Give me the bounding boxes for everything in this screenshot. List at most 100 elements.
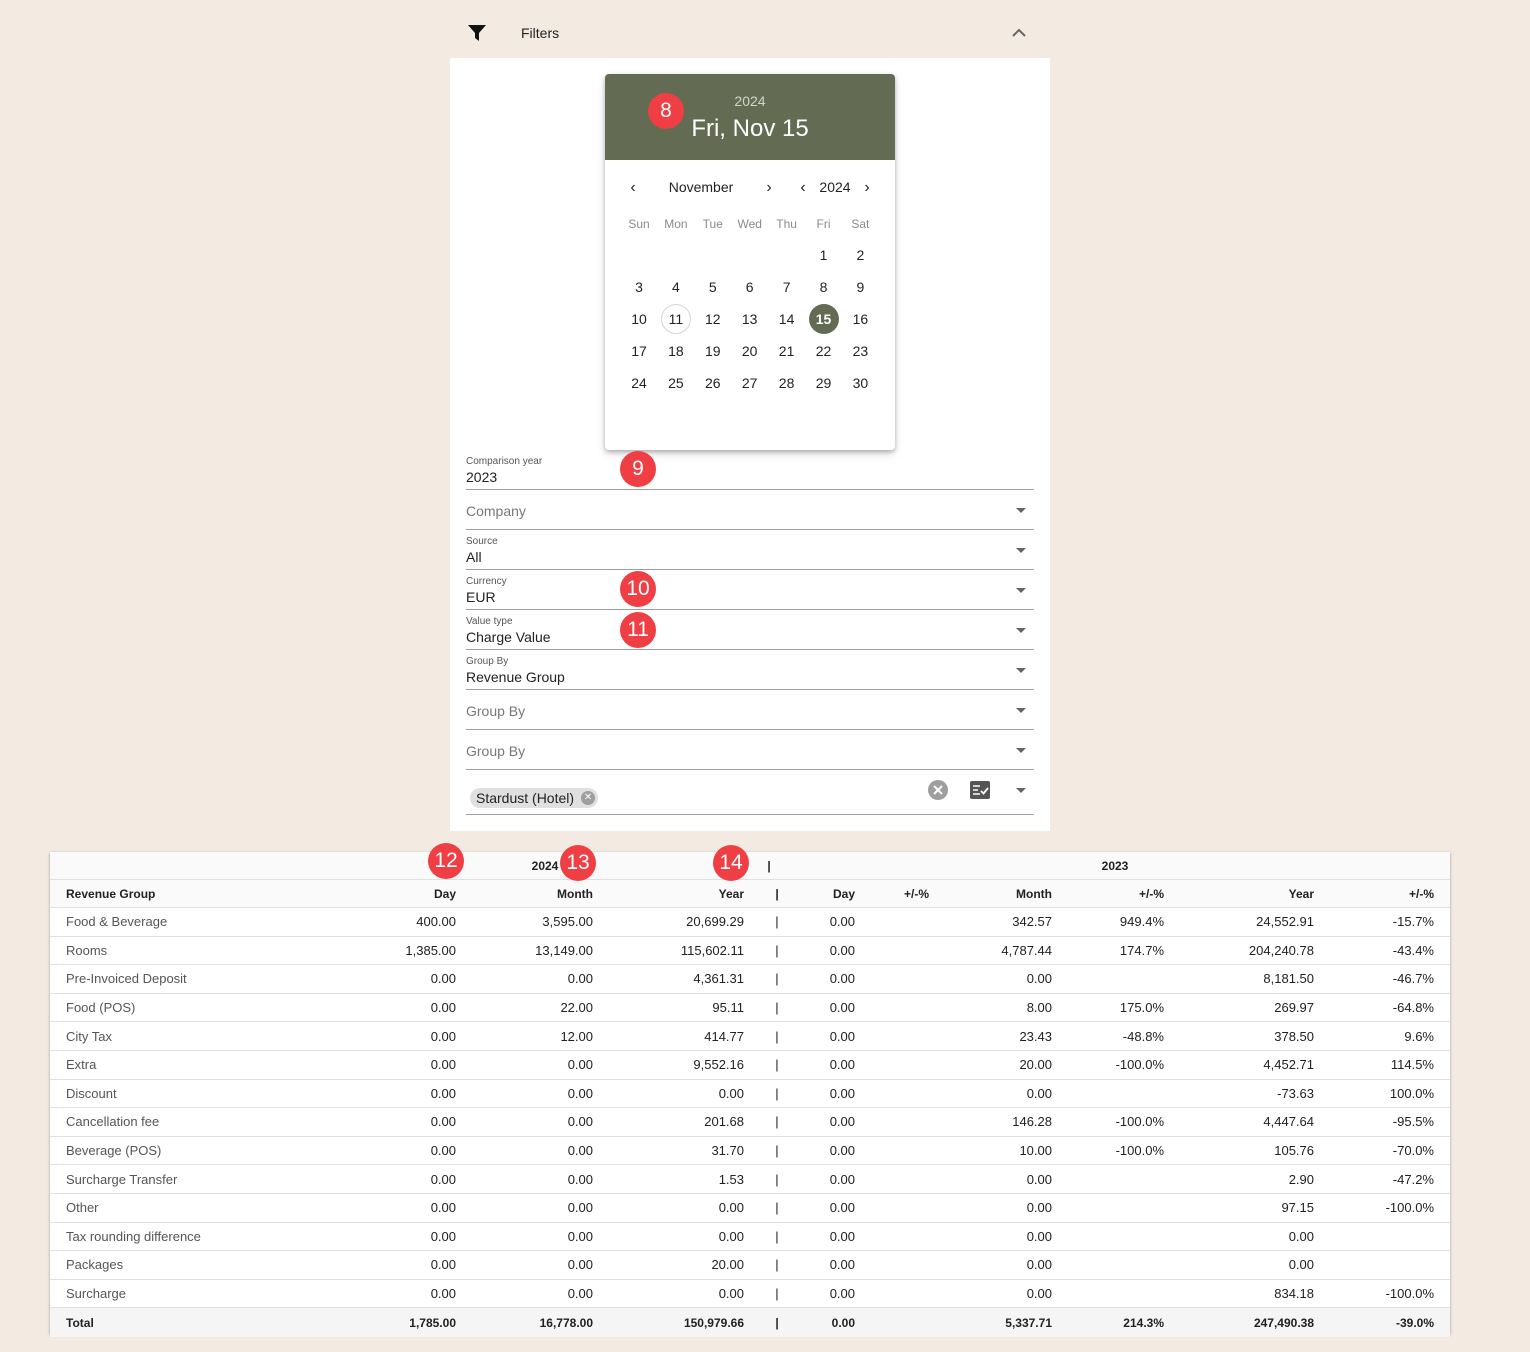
column-header-separator[interactable]: | xyxy=(762,880,792,907)
table-row[interactable]: City Tax 0.00 12.00 414.77 | 0.00 23.43 -48.8% 3… xyxy=(50,1022,1450,1051)
column-header-cmp-month[interactable]: Month xyxy=(929,880,1052,907)
calendar-day[interactable]: 4 xyxy=(661,272,691,302)
calendar-day[interactable]: 14 xyxy=(772,304,802,334)
cell-month: 13,149.00 xyxy=(535,942,593,958)
cell-cmp-month: 0.00 xyxy=(1026,1200,1052,1216)
annotation-badge: 8 xyxy=(648,93,684,129)
field-value: EUR xyxy=(466,589,496,605)
table-row[interactable]: Pre-Invoiced Deposit 0.00 0.00 4,361.31 | 0.0… xyxy=(50,965,1450,994)
cell-day: 0.00 xyxy=(430,1114,456,1130)
company-select[interactable]: Company xyxy=(466,490,1034,530)
calendar-day[interactable]: 21 xyxy=(772,336,802,366)
calendar-day[interactable]: 2 xyxy=(845,240,875,270)
calendar-day[interactable]: 12 xyxy=(698,304,728,334)
hotel-multiselect[interactable]: Stardust (Hotel) ✕ xyxy=(466,770,1034,815)
table-row[interactable]: Food (POS) 0.00 22.00 95.11 | 0.00 8.00 175.0% 2… xyxy=(50,994,1450,1023)
calendar-day[interactable]: 24 xyxy=(624,368,654,398)
calendar-day[interactable]: 8 xyxy=(809,272,839,302)
next-year-icon[interactable]: › xyxy=(859,179,875,197)
column-header-month[interactable]: Month xyxy=(456,880,593,907)
header-date[interactable]: Fri, Nov 15 xyxy=(605,115,895,143)
cell-year: 0.00 xyxy=(718,1286,744,1302)
field-value: Charge Value xyxy=(466,629,551,645)
cell-cmp-day: 0.00 xyxy=(829,942,855,958)
column-header-cmp-year-pct[interactable]: +/-% xyxy=(1314,880,1434,907)
calendar-day[interactable]: 30 xyxy=(845,368,875,398)
cell-revenue-group: City Tax xyxy=(66,1028,112,1044)
calendar-day[interactable]: 1 xyxy=(809,240,839,270)
column-header-cmp-year[interactable]: Year xyxy=(1164,880,1314,907)
cell-year: 9,552.16 xyxy=(693,1057,744,1073)
annotation-badge: 11 xyxy=(620,612,656,648)
table-row[interactable]: Surcharge 0.00 0.00 0.00 | 0.00 0.00 834.18 -100… xyxy=(50,1280,1450,1309)
cell-year: 0.00 xyxy=(718,1085,744,1101)
table-row[interactable]: Beverage (POS) 0.00 0.00 31.70 | 0.00 10.00 -10… xyxy=(50,1137,1450,1166)
table-row[interactable]: Discount 0.00 0.00 0.00 | 0.00 0.00 -73.63 100.0… xyxy=(50,1080,1450,1109)
value-type-select[interactable]: Value type Charge Value xyxy=(466,610,1034,650)
comparison-year-header: 2023 xyxy=(1101,858,1129,873)
calendar-day[interactable]: 27 xyxy=(735,368,765,398)
cell-cmp-day: 0.00 xyxy=(829,1114,855,1130)
calendar-day[interactable]: 15 xyxy=(808,304,839,334)
calendar-day[interactable]: 26 xyxy=(698,368,728,398)
column-header-day[interactable]: Day xyxy=(326,880,456,907)
column-header-cmp-day[interactable]: Day xyxy=(792,880,855,907)
calendar-day[interactable]: 25 xyxy=(661,368,691,398)
calendar-day[interactable]: 16 xyxy=(845,304,875,334)
table-row[interactable]: Food & Beverage 400.00 3,595.00 20,699.29 | 0… xyxy=(50,908,1450,937)
calendar-day[interactable]: 23 xyxy=(845,336,875,366)
table-row[interactable]: Cancellation fee 0.00 0.00 201.68 | 0.00 146.2… xyxy=(50,1108,1450,1137)
calendar-day[interactable]: 3 xyxy=(624,272,654,302)
cell-year: 150,979.66 xyxy=(683,1315,744,1330)
table-row[interactable]: Extra 0.00 0.00 9,552.16 | 0.00 20.00 -100.0% 4,… xyxy=(50,1051,1450,1080)
table-row[interactable]: Rooms 1,385.00 13,149.00 115,602.11 | 0.00 4,7… xyxy=(50,937,1450,966)
filters-title: Filters xyxy=(521,25,560,41)
calendar-day[interactable]: 6 xyxy=(735,272,765,302)
clear-icon[interactable] xyxy=(928,780,948,805)
calendar-day[interactable]: 22 xyxy=(809,336,839,366)
currency-select[interactable]: Currency EUR xyxy=(466,570,1034,610)
table-row[interactable]: Other 0.00 0.00 0.00 | 0.00 0.00 97.15 -100.0% xyxy=(50,1194,1450,1223)
calendar-day[interactable]: 10 xyxy=(624,304,654,334)
cell-day: 0.00 xyxy=(430,1057,456,1073)
table-row[interactable]: Packages 0.00 0.00 20.00 | 0.00 0.00 0.00 xyxy=(50,1251,1450,1280)
group-by-select-3[interactable]: Group By xyxy=(466,730,1034,770)
select-all-icon[interactable] xyxy=(970,781,990,804)
chip-remove-icon[interactable]: ✕ xyxy=(581,791,596,805)
hotel-chip[interactable]: Stardust (Hotel) ✕ xyxy=(470,788,599,808)
column-header-cmp-day-pct[interactable]: +/-% xyxy=(855,880,929,907)
cell-cmp-day: 0.00 xyxy=(829,1286,855,1302)
calendar-day[interactable]: 7 xyxy=(772,272,802,302)
calendar-day[interactable]: 11 xyxy=(660,304,691,334)
calendar-day[interactable]: 19 xyxy=(698,336,728,366)
cell-day: 0.00 xyxy=(430,1257,456,1273)
calendar-day[interactable]: 29 xyxy=(809,368,839,398)
filters-header[interactable]: Filters xyxy=(450,8,1050,58)
table-row[interactable]: Tax rounding difference 0.00 0.00 0.00 | 0.00… xyxy=(50,1223,1450,1252)
group-by-select-2[interactable]: Group By xyxy=(466,690,1034,730)
cell-cmp-year: 97.15 xyxy=(1281,1200,1314,1216)
column-header-revenue-group[interactable]: Revenue Group xyxy=(66,880,326,907)
cell-cmp-day-pct xyxy=(855,1051,929,1079)
dropdown-arrow-icon xyxy=(1016,508,1026,513)
cell-revenue-group: Pre-Invoiced Deposit xyxy=(66,971,187,987)
calendar-day[interactable]: 13 xyxy=(735,304,765,334)
calendar-day[interactable]: 9 xyxy=(845,272,875,302)
calendar-day[interactable]: 20 xyxy=(735,336,765,366)
table-row[interactable]: Surcharge Transfer 0.00 0.00 1.53 | 0.00 0.00 2… xyxy=(50,1165,1450,1194)
column-header-year[interactable]: Year xyxy=(593,880,744,907)
calendar-day[interactable]: 5 xyxy=(698,272,728,302)
calendar-day[interactable]: 28 xyxy=(772,368,802,398)
column-header-cmp-month-pct[interactable]: +/-% xyxy=(1052,880,1164,907)
source-select[interactable]: Source All xyxy=(466,530,1034,570)
next-month-icon[interactable]: › xyxy=(761,179,777,197)
calendar-day[interactable]: 18 xyxy=(661,336,691,366)
cell-year: 0.00 xyxy=(718,1228,744,1244)
annotation-badge: 10 xyxy=(620,571,656,607)
calendar-day[interactable]: 17 xyxy=(624,336,654,366)
cell-cmp-year-pct: -46.7% xyxy=(1392,971,1434,987)
cell-cmp-year-pct: -100.0% xyxy=(1385,1200,1434,1216)
group-by-select-1[interactable]: Group By Revenue Group xyxy=(466,650,1034,690)
comparison-year-field[interactable]: Comparison year 2023 xyxy=(466,450,1034,490)
chevron-up-icon[interactable] xyxy=(1012,25,1026,43)
